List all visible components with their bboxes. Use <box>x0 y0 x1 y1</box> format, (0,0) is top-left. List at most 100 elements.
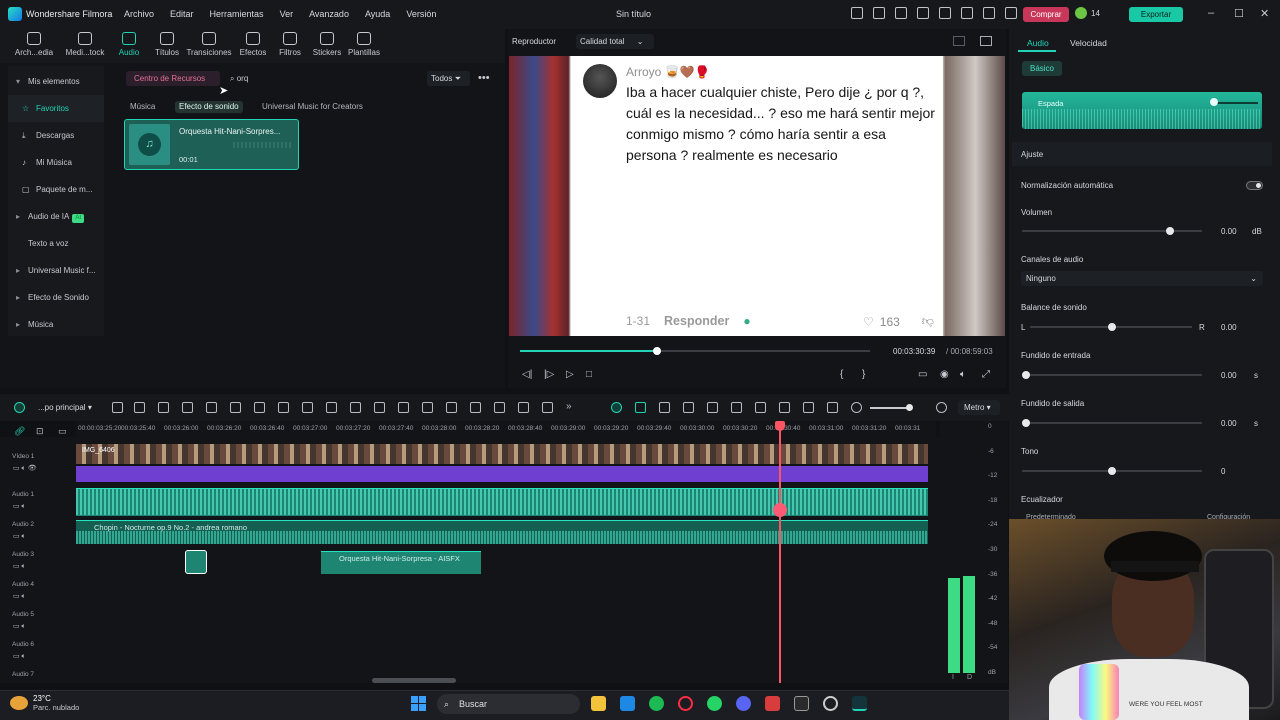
track-controls[interactable]: ▭ 🔈︎ <box>13 562 26 571</box>
nav-sfx[interactable]: ▸ Efecto de Sonido <box>8 284 104 311</box>
mic-icon[interactable] <box>755 402 766 413</box>
ai-tool-icon[interactable] <box>659 402 670 413</box>
motion-icon[interactable] <box>494 402 505 413</box>
zoom-in-icon[interactable] <box>936 402 947 413</box>
weather-widget[interactable]: 23°C Parc. nublado <box>10 694 79 712</box>
discord-icon[interactable] <box>736 696 751 711</box>
fade-out-slider[interactable] <box>1022 422 1202 424</box>
screen-icon[interactable]: ▭ <box>918 369 927 380</box>
whatsapp-icon[interactable] <box>707 696 722 711</box>
fullscreen-icon[interactable]: ⤢ <box>982 369 990 380</box>
more-tools-icon[interactable]: » <box>566 401 572 412</box>
auto-norm-toggle[interactable] <box>1246 181 1263 190</box>
adjust-section[interactable] <box>1012 142 1272 166</box>
preset-card[interactable]: Espada <box>1022 92 1262 129</box>
fade-in-slider[interactable] <box>1022 374 1202 376</box>
video-effect-bar[interactable] <box>76 466 928 482</box>
menu-ayuda[interactable]: Ayuda <box>365 9 390 19</box>
nav-music[interactable]: ▸ Música <box>8 311 104 338</box>
track-settings-icon[interactable]: ▭ <box>58 426 67 437</box>
preset-slider[interactable] <box>1212 102 1258 104</box>
menu-avanzado[interactable]: Avanzado <box>309 9 349 19</box>
project-selector[interactable]: ...po principal ▾ <box>38 403 92 412</box>
steam-icon[interactable] <box>823 696 838 711</box>
seek-bar[interactable] <box>520 347 870 355</box>
save-icon[interactable] <box>917 7 929 19</box>
audio-card[interactable]: ♫ Orquesta Hit-Nani-Sorpres... 00:01 <box>124 119 299 170</box>
stop-icon[interactable]: □ <box>586 369 592 380</box>
zoom-handle[interactable] <box>906 404 913 411</box>
menu-version[interactable]: Versión <box>406 9 436 19</box>
menu-herramientas[interactable]: Herramientas <box>210 9 264 19</box>
ai-cut-icon[interactable] <box>470 402 481 413</box>
nav-universal[interactable]: ▸ Universal Music f... <box>8 257 104 284</box>
nav-downloads[interactable]: ⤓ Descargas <box>8 122 104 149</box>
buy-button[interactable]: Comprar <box>1023 7 1069 22</box>
subtab-sfx[interactable]: Efecto de sonido <box>175 101 243 113</box>
quality-dropdown[interactable]: Calidad total ⌄ <box>576 34 654 49</box>
snap-icon[interactable] <box>635 402 646 413</box>
cloud-icon[interactable] <box>961 7 973 19</box>
opera-icon[interactable] <box>678 696 693 711</box>
windows-start-icon[interactable] <box>411 696 426 711</box>
fade-out-handle[interactable] <box>1022 419 1030 427</box>
fade-in-handle[interactable] <box>1022 371 1030 379</box>
zoom-slider[interactable] <box>870 407 910 409</box>
redo-icon[interactable] <box>182 402 193 413</box>
balance-value[interactable]: 0.00 <box>1221 323 1237 332</box>
adjust-icon[interactable] <box>542 402 553 413</box>
track-controls[interactable]: ▭ 🔈︎ <box>13 652 26 661</box>
fade-in-value[interactable]: 0.00 <box>1221 371 1237 380</box>
preset-slider-handle[interactable] <box>1210 98 1218 106</box>
crop-frame-icon[interactable] <box>326 402 337 413</box>
box-icon[interactable] <box>518 402 529 413</box>
channels-dropdown[interactable]: Ninguno ⌄ <box>1021 271 1263 286</box>
track-controls[interactable]: ▭ 🔈︎ <box>13 532 26 541</box>
nav-package[interactable]: ▢ Paquete de m... <box>8 176 104 203</box>
delete-icon[interactable] <box>206 402 217 413</box>
nav-tts[interactable]: Texto a voz <box>8 230 104 257</box>
snapshot-icon[interactable] <box>980 36 992 46</box>
color-icon[interactable] <box>374 402 385 413</box>
tool-templates[interactable]: Plantillas <box>338 32 390 57</box>
nav-my-elements[interactable]: ▾ Mis elementos <box>8 68 104 95</box>
export-button[interactable]: Exportar <box>1129 7 1183 22</box>
search-input[interactable]: ⌕ orq <box>230 71 420 86</box>
audio3-clip[interactable]: Orquesta Hit-Nani-Sorpresa - AISFX <box>321 551 481 574</box>
grid-icon[interactable] <box>1005 7 1017 19</box>
credits-badge[interactable]: 14 <box>1075 7 1100 19</box>
image-icon[interactable] <box>939 7 951 19</box>
text-tool-icon[interactable] <box>302 402 313 413</box>
scissors-marker-icon[interactable] <box>773 503 787 517</box>
audio-edit-icon[interactable] <box>779 402 790 413</box>
send-icon[interactable] <box>873 7 885 19</box>
scene-icon[interactable] <box>683 402 694 413</box>
mark-in-icon[interactable]: { <box>840 369 843 380</box>
volume-value[interactable]: 0.00 <box>1221 227 1237 236</box>
track-controls[interactable]: ▭ 🔈︎ <box>13 592 26 601</box>
pitch-value[interactable]: 0 <box>1221 467 1225 476</box>
menu-editar[interactable]: Editar <box>170 9 194 19</box>
camera-icon[interactable]: ◉ <box>940 369 949 380</box>
meter-dropdown[interactable]: Metro ▾ <box>958 400 1000 415</box>
volume-handle[interactable] <box>1166 227 1174 235</box>
undo-icon[interactable] <box>158 402 169 413</box>
zoom-out-icon[interactable] <box>851 402 862 413</box>
tab-speed[interactable]: Velocidad <box>1070 38 1107 48</box>
subtab-universal[interactable]: Universal Music for Creators <box>262 101 363 113</box>
track-controls[interactable]: ▭ 🔈︎ 👁︎ <box>13 464 37 473</box>
epic-games-icon[interactable] <box>794 696 809 711</box>
tool-media[interactable]: Arch...edia <box>8 32 60 57</box>
menu-ver[interactable]: Ver <box>280 9 294 19</box>
play-circle-icon[interactable] <box>707 402 718 413</box>
scissors-icon[interactable] <box>230 402 241 413</box>
file-explorer-icon[interactable] <box>591 696 606 711</box>
store-icon[interactable] <box>620 696 635 711</box>
volume-icon[interactable]: 🔈︎ <box>960 369 966 380</box>
marker-icon[interactable]: ⊡ <box>36 426 44 437</box>
mark-out-icon[interactable]: } <box>862 369 865 380</box>
play-icon[interactable]: ▷ <box>566 369 574 380</box>
subtab-music[interactable]: Música <box>130 101 155 113</box>
audio3-small-clip[interactable] <box>185 550 207 574</box>
fade-out-value[interactable]: 0.00 <box>1221 419 1237 428</box>
